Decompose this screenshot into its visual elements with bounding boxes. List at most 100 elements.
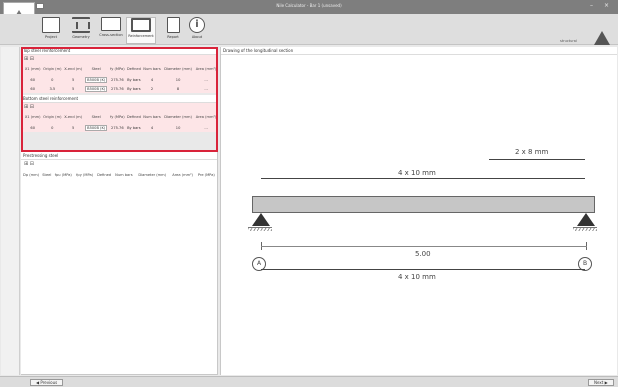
col-header: X1 (mm) [24, 67, 41, 71]
drawing-title: Drawing of the longitudinal section [221, 47, 617, 55]
report-icon [166, 17, 180, 33]
table-cell[interactable]: By bars [125, 123, 142, 132]
table-cell[interactable]: 8 [162, 84, 195, 93]
prestressing-title: Prestressing steel [21, 152, 217, 160]
table-cell[interactable]: 5 [62, 75, 84, 84]
col-header: X1 (mm) [24, 115, 41, 119]
prestressing-panel: Prestressing steel ⊞ ⊟ Dp (mm) Steel fpu… [21, 152, 218, 375]
col-header: Area (mm²) [195, 115, 217, 119]
previous-button[interactable]: ◀ Previous [30, 379, 64, 386]
title-bar: Nile Calculator - Bar 1 (unsaved) – × [0, 0, 618, 14]
minimize-button[interactable]: – [590, 2, 593, 9]
col-header: Dp (mm) [23, 172, 40, 177]
top-steel-toolbar[interactable]: ⊞ ⊟ [21, 55, 218, 63]
col-header: Pre (MPa) [197, 172, 215, 177]
col-header: X-end (m) [64, 115, 83, 119]
table-cell[interactable]: 10 [162, 75, 195, 84]
table-row[interactable]: 2 60 3.5 5 B500B (K) 275.76 By bars 2 8 … [21, 84, 218, 93]
window-title: Nile Calculator - Bar 1 (unsaved) [276, 3, 342, 8]
save-icon[interactable] [36, 3, 44, 9]
project-icon [42, 17, 60, 33]
col-header: Diameter (mm) [164, 67, 192, 71]
top-steel-title: Top steel reinforcement [21, 47, 218, 55]
table-cell[interactable]: 2 [141, 84, 163, 93]
table-cell: ... [194, 75, 218, 84]
ground-right-icon [573, 227, 597, 231]
col-header: Steel [42, 172, 52, 177]
project-button[interactable]: Project [36, 17, 66, 44]
table-cell: 275.76 [108, 123, 126, 132]
status-bar: ◀ Previous Next ▶ [0, 376, 618, 387]
info-icon: i [189, 17, 205, 33]
geometry-icon [72, 17, 90, 33]
table-cell[interactable]: 4 [141, 75, 163, 84]
top-bars-line [489, 159, 585, 160]
brand-logo-icon [594, 31, 610, 45]
left-gutter [1, 47, 20, 375]
geometry-button[interactable]: Geometry [66, 17, 96, 44]
table-cell[interactable]: 60 [23, 75, 42, 84]
bottom-steel-toolbar[interactable]: ⊞ ⊟ [21, 103, 218, 111]
table-cell[interactable]: 5 [62, 84, 84, 93]
cross-section-button[interactable]: Cross-section [96, 17, 126, 44]
col-header: fy (MPa) [110, 115, 125, 119]
bottom-steel-table: X1 (mm) Origin (m) X-end (m) Steel fy (M… [21, 111, 218, 132]
table-cell[interactable]: 60 [23, 123, 42, 132]
table-cell[interactable]: 4 [141, 123, 163, 132]
col-header: Num bars [115, 172, 133, 177]
table-cell[interactable]: By bars [125, 75, 142, 84]
cross-section-label: Cross-section [99, 33, 123, 37]
col-header: Num bars [143, 115, 161, 119]
col-header: Diameter (mm) [164, 115, 192, 119]
support-left-icon [252, 213, 270, 226]
ground-left-icon [248, 227, 272, 231]
table-cell[interactable]: 10 [162, 123, 195, 132]
main-toolbar: Project Geometry Cross-section Reinforce… [0, 14, 618, 45]
project-label: Project [45, 35, 57, 39]
geometry-label: Geometry [72, 35, 90, 39]
drawing-panel: Drawing of the longitudinal section 2 x … [220, 47, 617, 375]
steel-select-cell[interactable]: B500B (K) [83, 75, 109, 84]
col-header: Diameter (mm) [138, 172, 167, 177]
col-header: Area (mm²) [172, 172, 193, 177]
steel-select-cell[interactable]: B500B (K) [83, 84, 109, 93]
col-header: Defined [97, 172, 112, 177]
cross-section-icon [101, 17, 121, 31]
steel-select[interactable]: B500B (K) [85, 124, 108, 131]
steel-select-cell[interactable]: B500B (K) [83, 123, 109, 132]
about-label: About [191, 35, 203, 39]
steel-select[interactable]: B500B (K) [85, 76, 108, 83]
span-dimension-line [261, 246, 587, 247]
table-cell[interactable]: 60 [23, 84, 42, 93]
col-header: fpy (MPa) [76, 172, 94, 177]
table-cell: 275.76 [108, 75, 126, 84]
table-cell: ... [194, 84, 218, 93]
next-button[interactable]: Next ▶ [588, 379, 614, 386]
close-button[interactable]: × [604, 2, 609, 9]
top-bars-label: 2 x 8 mm [515, 148, 549, 156]
reinforcement-button[interactable]: Reinforcement [126, 17, 156, 44]
prestressing-table: Dp (mm) Steel fpu (MPa) fpy (MPa) Define… [21, 168, 217, 181]
table-row[interactable]: 1 60 0 5 B500B (K) 275.76 By bars 4 10 .… [21, 123, 218, 132]
bottom-bars-line [261, 269, 585, 270]
table-cell: 275.76 [108, 84, 126, 93]
table-cell[interactable]: 0 [41, 75, 63, 84]
col-header: fy (MPa) [110, 67, 125, 71]
middle-bars-line [261, 178, 585, 179]
table-cell[interactable]: 0 [41, 123, 63, 132]
span-length-label: 5.00 [415, 250, 431, 258]
table-row[interactable]: 1 60 0 5 B500B (K) 275.76 By bars 4 10 .… [21, 75, 218, 84]
prestressing-toolbar[interactable]: ⊞ ⊟ [21, 160, 217, 168]
about-button[interactable]: i About [182, 17, 212, 44]
bottom-bars-label: 4 x 10 mm [398, 273, 436, 281]
table-cell[interactable]: By bars [125, 84, 142, 93]
steel-select[interactable]: B500B (K) [85, 85, 108, 92]
col-header: Origin (m) [43, 115, 62, 119]
table-cell[interactable]: 5 [62, 123, 84, 132]
reinforcement-icon [131, 18, 151, 32]
col-header: X-end (m) [64, 67, 83, 71]
beam [252, 196, 595, 213]
table-cell[interactable]: 3.5 [41, 84, 63, 93]
middle-bars-label: 4 x 10 mm [398, 169, 436, 177]
col-header: Defined [126, 115, 141, 119]
